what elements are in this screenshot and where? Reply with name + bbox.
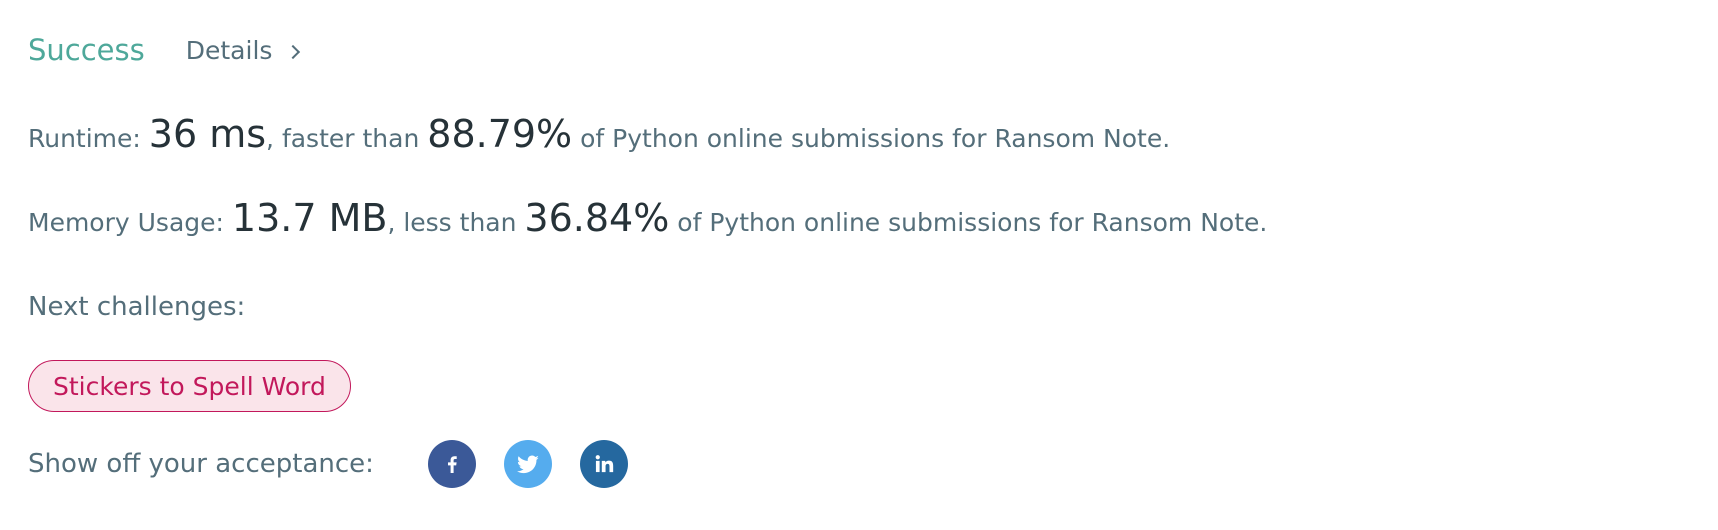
twitter-icon[interactable] xyxy=(503,440,552,488)
share-icons xyxy=(427,440,628,488)
share-label: Show off your acceptance: xyxy=(28,449,374,479)
runtime-suffix: of Python online submissions for Ransom … xyxy=(572,124,1171,153)
share-row: Show off your acceptance: xyxy=(28,440,628,488)
details-link[interactable]: Details xyxy=(185,36,301,65)
runtime-comparison: , faster than xyxy=(266,124,428,153)
details-label: Details xyxy=(185,36,273,65)
runtime-percent: 88.79% xyxy=(427,112,573,156)
memory-suffix: of Python online submissions for Ransom … xyxy=(669,208,1268,237)
chevron-right-icon xyxy=(286,44,301,59)
memory-comparison: , less than xyxy=(387,208,525,237)
memory-percent: 36.84% xyxy=(524,196,670,240)
memory-value: 13.7 MB xyxy=(231,196,388,240)
runtime-stat: Runtime: 36 ms, faster than 88.79% of Py… xyxy=(28,112,1170,156)
facebook-icon[interactable] xyxy=(427,440,476,488)
result-header: Success Details xyxy=(28,33,301,67)
next-challenge-chip[interactable]: Stickers to Spell Word xyxy=(28,360,351,412)
memory-stat: Memory Usage: 13.7 MB, less than 36.84% … xyxy=(28,196,1267,240)
memory-label: Memory Usage: xyxy=(28,208,232,237)
status-success: Success xyxy=(28,33,145,67)
next-challenges-label: Next challenges: xyxy=(28,292,246,322)
runtime-label: Runtime: xyxy=(28,124,149,153)
linkedin-icon[interactable] xyxy=(579,440,628,488)
runtime-value: 36 ms xyxy=(148,112,267,156)
